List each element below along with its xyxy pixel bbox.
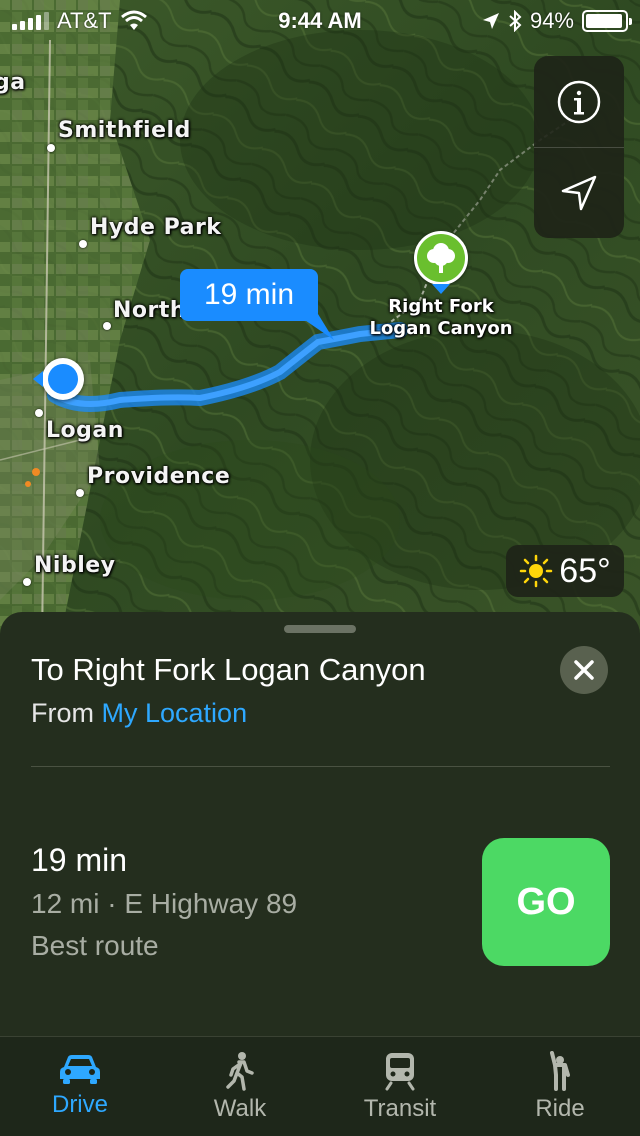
close-button[interactable]: [560, 646, 608, 694]
walk-icon: [226, 1052, 254, 1091]
status-bar: AT&T 9:44 AM 94%: [0, 0, 640, 40]
destination-label-line2: Logan Canyon: [369, 318, 513, 339]
tab-walk[interactable]: Walk: [160, 1037, 320, 1136]
town-dot-logan: [35, 409, 43, 417]
location-arrow-icon: [561, 175, 597, 211]
battery-fill: [586, 14, 622, 28]
tree-icon: [427, 243, 455, 273]
tab-transit-label: Transit: [363, 1095, 437, 1122]
divider: [31, 766, 610, 767]
tab-drive[interactable]: Drive: [0, 1037, 160, 1136]
route-duration: 19 min: [31, 842, 128, 878]
tab-ride[interactable]: Ride: [480, 1037, 640, 1136]
route-note: Best route: [31, 930, 159, 961]
car-icon: [60, 1055, 100, 1084]
origin-location-link[interactable]: My Location: [102, 698, 248, 728]
town-dot-smithfield: [47, 144, 55, 152]
tab-ride-label: Ride: [535, 1095, 585, 1122]
town-dot-nibley: [23, 578, 31, 586]
tab-drive-label: Drive: [51, 1091, 108, 1118]
town-label-logan: Logan: [46, 418, 124, 443]
destination-label: Right Fork Logan Canyon: [360, 296, 522, 340]
town-label-nibley: Nibley: [34, 553, 116, 578]
tracking-button[interactable]: [534, 147, 624, 238]
town-label-smithfield: Smithfield: [58, 118, 191, 143]
destination-title: To Right Fork Logan Canyon: [31, 652, 426, 687]
close-icon: [574, 660, 594, 680]
info-icon: [557, 80, 601, 123]
town-dot-hyde-park: [79, 240, 87, 248]
sun-icon: [520, 554, 553, 588]
route-distance-road: 12 mi · E Highway 89: [31, 888, 298, 919]
town-label-edge: ga: [0, 70, 26, 95]
origin-line: From My Location: [31, 698, 247, 729]
town-dot-north: [103, 322, 111, 330]
destination-pin-tail: [432, 284, 450, 294]
sheet-grabber-handle[interactable]: [284, 625, 356, 633]
from-prefix: From: [31, 698, 94, 728]
tab-transit[interactable]: Transit: [320, 1037, 480, 1136]
temperature: 65°: [559, 551, 611, 590]
town-label-north: North: [113, 298, 187, 323]
town-label-providence: Providence: [87, 464, 231, 489]
town-label-hyde-park: Hyde Park: [90, 215, 222, 240]
info-button[interactable]: [534, 56, 624, 147]
heading-arrow-icon: [33, 371, 43, 387]
current-location-marker[interactable]: [42, 358, 84, 400]
battery-icon: [582, 10, 632, 32]
tab-walk-label: Walk: [213, 1095, 267, 1122]
train-icon: [385, 1053, 415, 1091]
bluetooth-icon: [509, 10, 522, 32]
map-controls: [534, 56, 624, 238]
ride-icon: [550, 1051, 570, 1091]
transport-mode-tabs: Drive Walk Transit Ride: [0, 1036, 640, 1136]
battery-percent: 94%: [529, 8, 574, 33]
go-button[interactable]: GO: [482, 838, 610, 966]
location-services-icon: [482, 13, 499, 29]
weather-badge: 65°: [506, 545, 624, 597]
route-bubble-pointer: [296, 314, 334, 340]
destination-pin[interactable]: [414, 231, 468, 285]
town-dot-providence: [76, 489, 84, 497]
destination-label-line1: Right Fork: [388, 296, 494, 317]
